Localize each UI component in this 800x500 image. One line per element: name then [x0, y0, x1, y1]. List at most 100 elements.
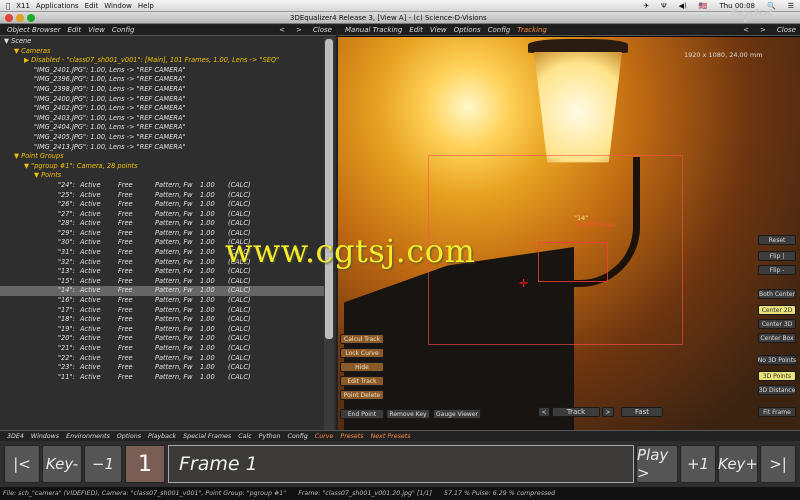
main-menu-windows[interactable]: Windows	[31, 433, 59, 440]
tool-button-edit-track[interactable]: Edit Track	[340, 376, 384, 386]
frame-number-field[interactable]: 1	[125, 445, 165, 483]
menubar-item-x11[interactable]: X11	[16, 2, 30, 10]
zoom-window-icon[interactable]	[27, 14, 35, 22]
tree-node[interactable]: "IMG_2402.JPG": 1.00, Lens -> "REF CAMER…	[0, 104, 324, 114]
menubar-item-window[interactable]: Window	[104, 2, 132, 10]
point-row[interactable]: "15": Active Free Pattern, Fw 1.00 (CALC)	[0, 277, 324, 287]
menubar-item-help[interactable]: Help	[138, 2, 154, 10]
frame-slider[interactable]: Frame 1	[168, 445, 634, 483]
main-menu-calc[interactable]: Calc	[238, 433, 251, 440]
tree-node[interactable]: "IMG_2401.JPG": 1.00, Lens -> "REF CAMER…	[0, 66, 324, 76]
track-prev-button[interactable]: <	[538, 407, 550, 417]
next-panel-button[interactable]: >	[760, 26, 766, 34]
main-menu-special-frames[interactable]: Special Frames	[183, 433, 231, 440]
menubar-item-edit[interactable]: Edit	[85, 2, 99, 10]
point-row[interactable]: "26": Active Free Pattern, Fw 1.00 (CALC)	[0, 200, 324, 210]
tree-node[interactable]: "IMG_2400.JPG": 1.00, Lens -> "REF CAMER…	[0, 95, 324, 105]
menu-manual-tracking[interactable]: Manual Tracking	[345, 26, 402, 34]
point-row[interactable]: "14": Active Free Pattern, Fw 1.00 (CALC)	[0, 286, 324, 297]
tree-node[interactable]: "IMG_2413.JPG": 1.00, Lens -> "REF CAMER…	[0, 143, 324, 153]
side-button-fit-frame[interactable]: Fit Frame	[758, 407, 796, 417]
main-menu-config[interactable]: Config	[288, 433, 308, 440]
tool-button-point-delete[interactable]: Point Delete	[340, 390, 384, 400]
menu-object-browser[interactable]: Object Browser	[7, 26, 61, 34]
fast-track-button[interactable]: Fast	[621, 407, 663, 417]
plus-one-button[interactable]: +1	[680, 445, 716, 483]
window-titlebar[interactable]: 3DEqualizer4 Release 3, [View A] - (c) S…	[0, 12, 800, 24]
side-button-3d-points[interactable]: 3D Points	[758, 371, 796, 381]
tree-node[interactable]: ▼ Scene	[0, 37, 324, 47]
point-row[interactable]: "19": Active Free Pattern, Fw 1.00 (CALC)	[0, 325, 324, 335]
prev-key-button[interactable]: Key-	[42, 445, 82, 483]
point-row[interactable]: "22": Active Free Pattern, Fw 1.00 (CALC)	[0, 354, 324, 364]
main-menu-playback[interactable]: Playback	[148, 433, 176, 440]
play-button[interactable]: Play >	[636, 445, 678, 483]
flag-icon[interactable]: 🇺🇸	[699, 2, 708, 10]
menu-config[interactable]: Config	[112, 26, 135, 34]
side-button-center-3d[interactable]: Center 3D	[758, 319, 796, 329]
point-row[interactable]: "21": Active Free Pattern, Fw 1.00 (CALC)	[0, 344, 324, 354]
main-menu-curve[interactable]: Curve	[315, 433, 334, 440]
point-row[interactable]: "28": Active Free Pattern, Fw 1.00 (CALC)	[0, 219, 324, 229]
side-button-3d-distance[interactable]: 3D Distance	[758, 385, 796, 395]
tree-node[interactable]: ▼ "pgroup #1": Camera, 28 points	[0, 162, 324, 172]
first-frame-button[interactable]: |<	[4, 445, 40, 483]
point-row[interactable]: "16": Active Free Pattern, Fw 1.00 (CALC)	[0, 296, 324, 306]
minus-one-button[interactable]: −1	[84, 445, 122, 483]
next-key-button[interactable]: Key+	[718, 445, 758, 483]
tree-node[interactable]: "IMG_2396.JPG": 1.00, Lens -> "REF CAMER…	[0, 75, 324, 85]
list-icon[interactable]: ☰	[788, 2, 794, 10]
tool-button-remove-key[interactable]: Remove Key	[386, 409, 430, 419]
tree-node[interactable]: "IMG_2404.JPG": 1.00, Lens -> "REF CAMER…	[0, 123, 324, 133]
main-menu-next-presets[interactable]: Next Presets	[371, 433, 411, 440]
airplay-icon[interactable]: ✈	[643, 2, 649, 10]
next-panel-button[interactable]: >	[296, 26, 302, 34]
side-button-both-center[interactable]: Both Center	[758, 289, 796, 299]
tracking-point-marker[interactable]: ✛	[519, 277, 528, 290]
main-menu-environments[interactable]: Environments	[66, 433, 110, 440]
tree-node[interactable]: "IMG_2403.JPG": 1.00, Lens -> "REF CAMER…	[0, 114, 324, 124]
point-row[interactable]: "23": Active Free Pattern, Fw 1.00 (CALC)	[0, 363, 324, 373]
side-button-center-box[interactable]: Center Box	[758, 333, 796, 343]
menu-view[interactable]: View	[430, 26, 447, 34]
menu-options[interactable]: Options	[454, 26, 481, 34]
pattern-box[interactable]	[538, 242, 608, 282]
point-row[interactable]: "24": Active Free Pattern, Fw 1.00 (CALC)	[0, 181, 324, 191]
tree-node[interactable]: ▼ Cameras	[0, 47, 324, 57]
last-frame-button[interactable]: >|	[760, 445, 796, 483]
tool-button-gauge-viewer[interactable]: Gauge Viewer	[433, 409, 481, 419]
track-next-button[interactable]: >	[602, 407, 614, 417]
tree-node[interactable]: ▼ Point Groups	[0, 152, 324, 162]
prev-panel-button[interactable]: <	[743, 26, 749, 34]
point-row[interactable]: "27": Active Free Pattern, Fw 1.00 (CALC)	[0, 210, 324, 220]
tool-button-hide[interactable]: Hide	[340, 362, 384, 372]
point-row[interactable]: "11": Active Free Pattern, Fw 1.00 (CALC)	[0, 373, 324, 383]
menu-config[interactable]: Config	[488, 26, 511, 34]
tree-node[interactable]: ▼ Points	[0, 171, 324, 181]
tree-node[interactable]: ▶ Disabled - "class07_sh001_v001": [Main…	[0, 56, 324, 66]
menu-edit[interactable]: Edit	[68, 26, 82, 34]
main-menu-python[interactable]: Python	[259, 433, 281, 440]
side-button-center-2d[interactable]: Center 2D	[758, 305, 796, 315]
menubar-item-applications[interactable]: Applications	[36, 2, 79, 10]
menu-edit[interactable]: Edit	[409, 26, 423, 34]
main-menu-3de4[interactable]: 3DE4	[7, 433, 24, 440]
tool-button-end-point[interactable]: End Point	[340, 409, 384, 419]
side-button-no-3d-points[interactable]: No 3D Points	[758, 355, 796, 365]
scrollbar-thumb[interactable]	[325, 39, 333, 339]
volume-icon[interactable]: ◀)	[679, 2, 687, 10]
wifi-icon[interactable]: Ψ	[661, 2, 667, 10]
close-panel-button[interactable]: Close	[777, 26, 796, 34]
close-window-icon[interactable]	[5, 14, 13, 22]
tree-node[interactable]: "IMG_2405.JPG": 1.00, Lens -> "REF CAMER…	[0, 133, 324, 143]
point-row[interactable]: "18": Active Free Pattern, Fw 1.00 (CALC)	[0, 315, 324, 325]
prev-panel-button[interactable]: <	[279, 26, 285, 34]
menu-view[interactable]: View	[88, 26, 105, 34]
main-menu-options[interactable]: Options	[117, 433, 141, 440]
track-button[interactable]: Track	[552, 407, 600, 417]
point-row[interactable]: "17": Active Free Pattern, Fw 1.00 (CALC)	[0, 306, 324, 316]
minimize-window-icon[interactable]	[16, 14, 24, 22]
close-panel-button[interactable]: Close	[313, 26, 332, 34]
side-button-flip-[interactable]: Flip -	[758, 265, 796, 275]
tree-node[interactable]: "IMG_2398.JPG": 1.00, Lens -> "REF CAMER…	[0, 85, 324, 95]
